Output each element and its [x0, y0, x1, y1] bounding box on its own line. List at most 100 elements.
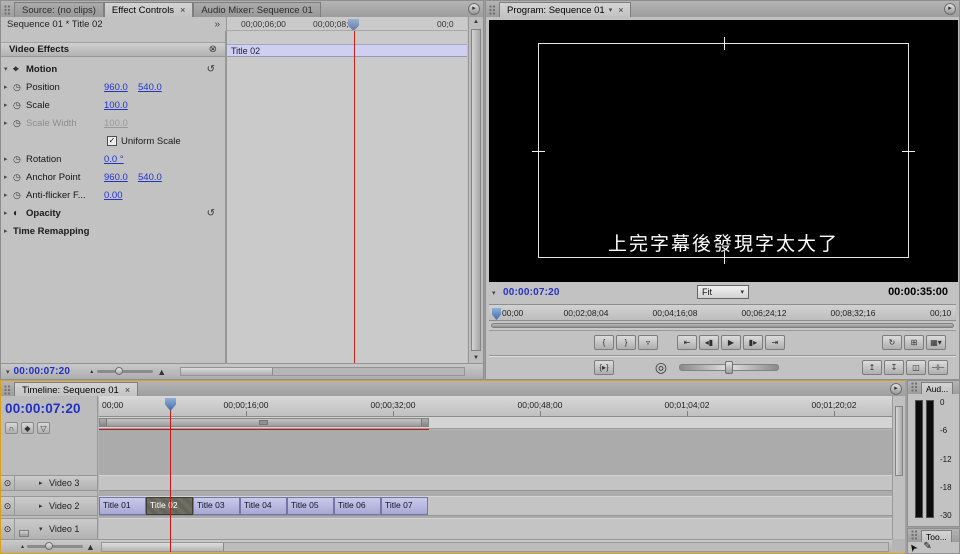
- work-area-start-handle[interactable]: [100, 419, 107, 426]
- track-header-video3[interactable]: ⊙ ▸ Video 3: [1, 475, 98, 491]
- scale-value[interactable]: 100.0: [104, 100, 134, 111]
- work-area-segment[interactable]: [99, 418, 429, 427]
- zoom-out-icon[interactable]: ▴: [90, 368, 93, 375]
- param-row-position[interactable]: ▸ ◷ Position 960.0 540.0: [1, 78, 225, 96]
- ec-clip-bar[interactable]: Title 02: [227, 44, 467, 57]
- snap-icon[interactable]: ∩: [5, 422, 18, 434]
- work-area-center-handle[interactable]: [259, 420, 268, 425]
- param-row-anchor-point[interactable]: ▸ ◷ Anchor Point 960.0 540.0: [1, 168, 225, 186]
- track-header-video2[interactable]: ⊙ ▸ Video 2: [1, 496, 98, 516]
- stopwatch-icon[interactable]: ◷: [13, 154, 26, 165]
- video2-track-lane[interactable]: Title 01 Title 02 Title 03 Title 04 Titl…: [99, 496, 892, 516]
- trim-button[interactable]: ⊣⊢: [928, 360, 948, 375]
- shuttle-control[interactable]: [679, 364, 779, 371]
- timeline-clip[interactable]: Title 07: [381, 497, 428, 515]
- twirl-right-icon[interactable]: ▸: [39, 502, 48, 510]
- panel-menu-button[interactable]: ▸: [944, 3, 956, 15]
- twirl-right-icon[interactable]: ▸: [4, 155, 13, 163]
- anchor-y-value[interactable]: 540.0: [138, 172, 168, 183]
- safe-margins-button[interactable]: ⊞: [904, 335, 924, 350]
- scrollbar-thumb[interactable]: [471, 29, 481, 351]
- video1-track-lane[interactable]: [99, 518, 892, 540]
- twirl-right-icon[interactable]: ▸: [4, 83, 13, 91]
- selection-tool-icon[interactable]: ➤: [908, 541, 921, 554]
- ec-vertical-scrollbar[interactable]: ▲ ▼: [468, 17, 483, 363]
- ec-mini-time-ruler[interactable]: 00;00;06;00 00;00;08;00 00;0: [226, 17, 467, 31]
- scrollbar-thumb[interactable]: [181, 368, 273, 375]
- ec-zoom-slider[interactable]: [97, 370, 153, 373]
- panel-grip[interactable]: [489, 5, 496, 16]
- timeline-ruler[interactable]: 00;00 00;00;16;00 00;00;32;00 00;00;48;0…: [99, 396, 892, 417]
- toggle-track-output-button[interactable]: ⊙: [1, 519, 15, 539]
- play-in-to-out-button[interactable]: {▸}: [594, 360, 614, 375]
- zoom-slider-thumb[interactable]: [115, 367, 123, 375]
- shuttle-thumb[interactable]: [725, 361, 733, 374]
- ec-current-time[interactable]: 00:00:07:20: [14, 366, 71, 377]
- twirl-right-icon[interactable]: ▸: [4, 227, 13, 235]
- set-out-button[interactable]: }: [616, 335, 636, 350]
- jog-control[interactable]: ◎: [651, 358, 671, 376]
- reset-icon[interactable]: ↺: [207, 208, 215, 219]
- tab-audio-meters[interactable]: Aud...: [921, 382, 953, 394]
- view-area-thumb[interactable]: [491, 323, 954, 328]
- program-time-ruler[interactable]: 00;00 00;02;08;04 00;04;16;08 00;06;24;1…: [489, 304, 956, 321]
- loop-button[interactable]: ↻: [882, 335, 902, 350]
- ec-horizontal-scrollbar[interactable]: [180, 367, 465, 376]
- param-row-scale[interactable]: ▸ ◷ Scale 100.0: [1, 96, 225, 114]
- position-x-value[interactable]: 960.0: [104, 82, 134, 93]
- reset-icon[interactable]: ↺: [207, 64, 215, 75]
- set-marker-icon[interactable]: ▽: [37, 422, 50, 434]
- tab-source[interactable]: Source: (no clips): [14, 2, 104, 17]
- stopwatch-icon[interactable]: ◷: [13, 190, 26, 201]
- param-row-anti-flicker[interactable]: ▸ ◷ Anti-flicker F... 0.00: [1, 186, 225, 204]
- param-row-rotation[interactable]: ▸ ◷ Rotation 0.0 °: [1, 150, 225, 168]
- close-icon[interactable]: ×: [125, 385, 130, 395]
- twirl-down-icon[interactable]: ▾: [4, 65, 13, 73]
- panel-menu-button[interactable]: ▸: [468, 3, 480, 15]
- step-forward-button[interactable]: ▮▸: [743, 335, 763, 350]
- timeline-clip[interactable]: Title 04: [240, 497, 287, 515]
- toggle-track-output-button[interactable]: ⊙: [1, 497, 15, 515]
- set-in-button[interactable]: {: [594, 335, 614, 350]
- program-video-frame[interactable]: 上完字幕後發現字太大了: [489, 20, 958, 282]
- track-display-style-button[interactable]: [19, 530, 29, 537]
- program-playhead[interactable]: [492, 308, 501, 320]
- anti-flicker-value[interactable]: 0.00: [104, 190, 134, 201]
- work-area-end-handle[interactable]: [421, 419, 428, 426]
- rotation-value[interactable]: 0.0 °: [104, 154, 134, 165]
- zoom-slider-thumb[interactable]: [45, 542, 53, 550]
- panel-grip[interactable]: [4, 5, 11, 16]
- video3-track-lane[interactable]: [99, 475, 892, 491]
- play-button[interactable]: ▶: [721, 335, 741, 350]
- export-frame-button[interactable]: ◫: [906, 360, 926, 375]
- tab-program[interactable]: Program: Sequence 01 ▾ ×: [499, 2, 631, 17]
- program-view-area-bar[interactable]: [489, 322, 956, 331]
- close-icon[interactable]: ×: [618, 5, 623, 15]
- add-marker-button[interactable]: ▿: [638, 335, 658, 350]
- timeline-clip[interactable]: Title 05: [287, 497, 334, 515]
- timeline-vertical-scrollbar[interactable]: [892, 396, 905, 539]
- anchor-x-value[interactable]: 960.0: [104, 172, 134, 183]
- twirl-right-icon[interactable]: ▸: [4, 191, 13, 199]
- go-to-in-button[interactable]: ⇤: [677, 335, 697, 350]
- lift-button[interactable]: ↥: [862, 360, 882, 375]
- zoom-out-icon[interactable]: ▴: [21, 543, 24, 550]
- go-to-out-button[interactable]: ⇥: [765, 335, 785, 350]
- clear-effects-icon[interactable]: ⊗: [209, 44, 217, 55]
- ec-playhead[interactable]: [348, 19, 359, 31]
- output-button[interactable]: ▦▾: [926, 335, 946, 350]
- zoom-in-icon[interactable]: ▲: [86, 542, 95, 552]
- program-current-time[interactable]: 00:00:07:20: [503, 287, 560, 298]
- stopwatch-icon[interactable]: ◷: [13, 100, 26, 111]
- extract-button[interactable]: ↧: [884, 360, 904, 375]
- twirl-right-icon[interactable]: ▸: [4, 101, 13, 109]
- timeline-zoom-slider[interactable]: [27, 545, 83, 548]
- close-icon[interactable]: ×: [180, 5, 185, 15]
- scrollbar-thumb[interactable]: [102, 543, 224, 551]
- panel-menu-button[interactable]: ▸: [890, 383, 902, 395]
- uniform-scale-checkbox[interactable]: ✓: [107, 136, 117, 146]
- timeline-clip[interactable]: Title 06: [334, 497, 381, 515]
- stopwatch-icon[interactable]: ◷: [13, 82, 26, 93]
- zoom-level-select[interactable]: Fit ▾: [697, 285, 749, 299]
- timeline-clip[interactable]: Title 03: [193, 497, 240, 515]
